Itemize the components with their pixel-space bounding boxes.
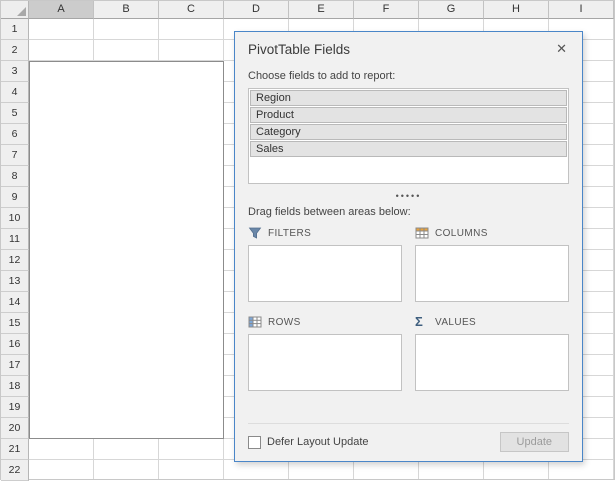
column-headers: ABCDEFGHI <box>29 1 614 19</box>
row-header-10[interactable]: 10 <box>1 208 29 229</box>
row-header-18[interactable]: 18 <box>1 376 29 397</box>
column-header-I[interactable]: I <box>549 1 614 19</box>
rows-table-icon <box>248 315 262 329</box>
row-header-21[interactable]: 21 <box>1 439 29 460</box>
panel-title: PivotTable Fields <box>248 42 350 57</box>
row-header-17[interactable]: 17 <box>1 355 29 376</box>
selected-range[interactable] <box>29 61 224 439</box>
row-header-16[interactable]: 16 <box>1 334 29 355</box>
field-item-product[interactable]: Product <box>250 107 567 123</box>
rows-area: ROWS <box>248 315 402 391</box>
select-all-corner[interactable] <box>1 1 29 19</box>
panel-footer: Defer Layout Update Update <box>248 423 569 452</box>
row-header-12[interactable]: 12 <box>1 250 29 271</box>
defer-layout-checkbox[interactable] <box>248 436 261 449</box>
update-button[interactable]: Update <box>500 432 569 452</box>
row-header-5[interactable]: 5 <box>1 103 29 124</box>
pane-splitter-handle[interactable]: ••••• <box>248 191 569 201</box>
column-header-D[interactable]: D <box>224 1 289 19</box>
select-all-triangle-icon <box>17 7 26 16</box>
field-item-category[interactable]: Category <box>250 124 567 140</box>
row-header-15[interactable]: 15 <box>1 313 29 334</box>
column-header-B[interactable]: B <box>94 1 159 19</box>
row-header-7[interactable]: 7 <box>1 145 29 166</box>
row-header-13[interactable]: 13 <box>1 271 29 292</box>
columns-table-icon <box>415 226 429 240</box>
row-header-4[interactable]: 4 <box>1 82 29 103</box>
column-header-A[interactable]: A <box>29 1 94 19</box>
row-header-6[interactable]: 6 <box>1 124 29 145</box>
row-header-3[interactable]: 3 <box>1 61 29 82</box>
field-item-sales[interactable]: Sales <box>250 141 567 157</box>
row-header-2[interactable]: 2 <box>1 40 29 61</box>
pivottable-fields-panel: PivotTable Fields ✕ Choose fields to add… <box>234 31 583 462</box>
row-header-1[interactable]: 1 <box>1 19 29 40</box>
columns-area-label: COLUMNS <box>435 228 488 239</box>
funnel-icon <box>248 226 262 240</box>
rows-area-label: ROWS <box>268 317 301 328</box>
column-header-H[interactable]: H <box>484 1 549 19</box>
filters-area-label: FILTERS <box>268 228 311 239</box>
close-icon[interactable]: ✕ <box>554 42 569 56</box>
choose-fields-label: Choose fields to add to report: <box>248 70 569 82</box>
row-header-22[interactable]: 22 <box>1 460 29 481</box>
panel-header: PivotTable Fields ✕ <box>248 42 569 57</box>
columns-area: COLUMNS <box>415 226 569 302</box>
row-header-19[interactable]: 19 <box>1 397 29 418</box>
columns-drop-box[interactable] <box>415 245 569 302</box>
filters-drop-box[interactable] <box>248 245 402 302</box>
values-drop-box[interactable] <box>415 334 569 391</box>
defer-layout-label: Defer Layout Update <box>267 436 369 448</box>
row-header-20[interactable]: 20 <box>1 418 29 439</box>
spreadsheet-window: ABCDEFGHI 123456789101112131415161718192… <box>0 0 615 480</box>
column-header-C[interactable]: C <box>159 1 224 19</box>
values-area-label: VALUES <box>435 317 476 328</box>
drag-fields-label: Drag fields between areas below: <box>248 206 569 218</box>
field-item-region[interactable]: Region <box>250 90 567 106</box>
values-area: Σ VALUES <box>415 315 569 391</box>
rows-drop-box[interactable] <box>248 334 402 391</box>
field-list[interactable]: RegionProductCategorySales <box>248 88 569 184</box>
row-header-9[interactable]: 9 <box>1 187 29 208</box>
column-header-E[interactable]: E <box>289 1 354 19</box>
row-headers: 12345678910111213141516171819202122 <box>1 19 29 481</box>
row-header-11[interactable]: 11 <box>1 229 29 250</box>
sigma-icon: Σ <box>415 315 429 329</box>
row-header-8[interactable]: 8 <box>1 166 29 187</box>
column-header-F[interactable]: F <box>354 1 419 19</box>
filters-area: FILTERS <box>248 226 402 302</box>
row-header-14[interactable]: 14 <box>1 292 29 313</box>
column-header-G[interactable]: G <box>419 1 484 19</box>
drop-areas: FILTERS COLUMNS <box>248 226 569 391</box>
